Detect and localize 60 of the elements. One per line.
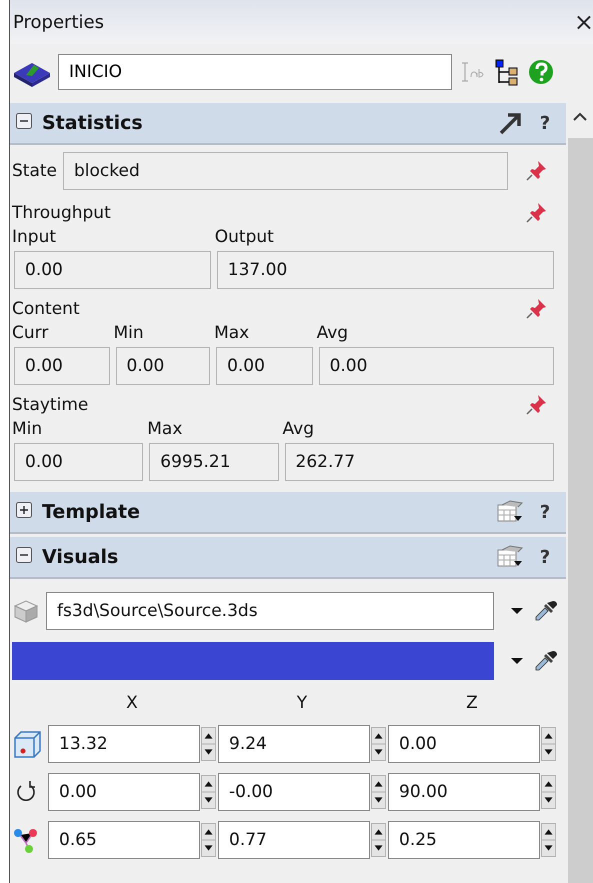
number-field[interactable]: 0.00 bbox=[48, 773, 200, 811]
spinner-icon[interactable] bbox=[540, 773, 556, 811]
number-field[interactable]: 0.65 bbox=[48, 821, 200, 859]
spinner-icon[interactable] bbox=[200, 773, 216, 811]
spinner-icon[interactable] bbox=[540, 725, 556, 763]
help-button[interactable]: ? bbox=[534, 546, 556, 568]
axis-label: Z bbox=[465, 693, 479, 715]
field-label: Avg bbox=[282, 418, 316, 441]
group-label: Throughput bbox=[12, 203, 111, 223]
help-icon[interactable] bbox=[528, 59, 554, 85]
field-label: Curr bbox=[12, 322, 50, 345]
spinner-icon[interactable] bbox=[540, 821, 556, 859]
field-label: State bbox=[12, 161, 57, 181]
field-label: Input bbox=[12, 226, 58, 249]
value-field: 0.00 bbox=[216, 347, 313, 385]
state-field: blocked bbox=[63, 152, 508, 190]
spinner-icon[interactable] bbox=[200, 821, 216, 859]
window-title: Properties bbox=[13, 12, 104, 32]
help-button[interactable]: ? bbox=[534, 502, 556, 522]
help-button[interactable]: ? bbox=[534, 112, 556, 134]
value-field: 137.00 bbox=[216, 251, 554, 289]
axis-label: Y bbox=[296, 693, 308, 715]
number-field[interactable]: 0.25 bbox=[388, 821, 540, 859]
spinner-icon[interactable] bbox=[200, 725, 216, 763]
close-button[interactable]: × bbox=[570, 8, 593, 36]
spinner-icon[interactable] bbox=[370, 821, 386, 859]
value-field: 262.77 bbox=[284, 443, 554, 481]
section-header[interactable]: Template ? bbox=[10, 492, 566, 534]
value-field: 0.00 bbox=[14, 347, 110, 385]
field-label: Min bbox=[114, 322, 145, 345]
group-label: Staytime bbox=[12, 395, 88, 415]
field-label: Max bbox=[147, 418, 184, 441]
field-label: Avg bbox=[316, 322, 350, 345]
value-field: 0.00 bbox=[14, 251, 211, 289]
color-swatch[interactable] bbox=[12, 642, 494, 680]
value-field: 0.00 bbox=[318, 347, 554, 385]
field-label: Output bbox=[214, 226, 275, 249]
position-icon bbox=[12, 729, 42, 759]
number-field[interactable]: 9.24 bbox=[218, 725, 370, 763]
value-field: 0.00 bbox=[116, 347, 210, 385]
number-field[interactable]: 13.32 bbox=[48, 725, 200, 763]
section-header[interactable]: Visuals ? bbox=[10, 537, 566, 579]
section-header[interactable]: Statistics ? bbox=[10, 103, 566, 145]
number-field[interactable]: 0.77 bbox=[218, 821, 370, 859]
field-label: Min bbox=[12, 418, 44, 441]
shape-field[interactable]: fs3d\Source\Source.3ds bbox=[46, 592, 494, 630]
number-field[interactable]: 90.00 bbox=[388, 773, 540, 811]
section-title: Statistics bbox=[42, 112, 143, 134]
axis-label: X bbox=[125, 693, 139, 715]
section-title: Template bbox=[42, 501, 140, 523]
number-field[interactable]: 0.00 bbox=[388, 725, 540, 763]
group-label: Content bbox=[12, 299, 80, 319]
value-field: 6995.21 bbox=[149, 443, 279, 481]
name-field[interactable]: INICIO bbox=[58, 54, 452, 90]
number-field[interactable]: -0.00 bbox=[218, 773, 370, 811]
spinner-icon[interactable] bbox=[370, 725, 386, 763]
value-field: 0.00 bbox=[14, 443, 144, 481]
field-label: Max bbox=[214, 322, 250, 345]
spinner-icon[interactable] bbox=[370, 773, 386, 811]
section-title: Visuals bbox=[42, 546, 118, 568]
